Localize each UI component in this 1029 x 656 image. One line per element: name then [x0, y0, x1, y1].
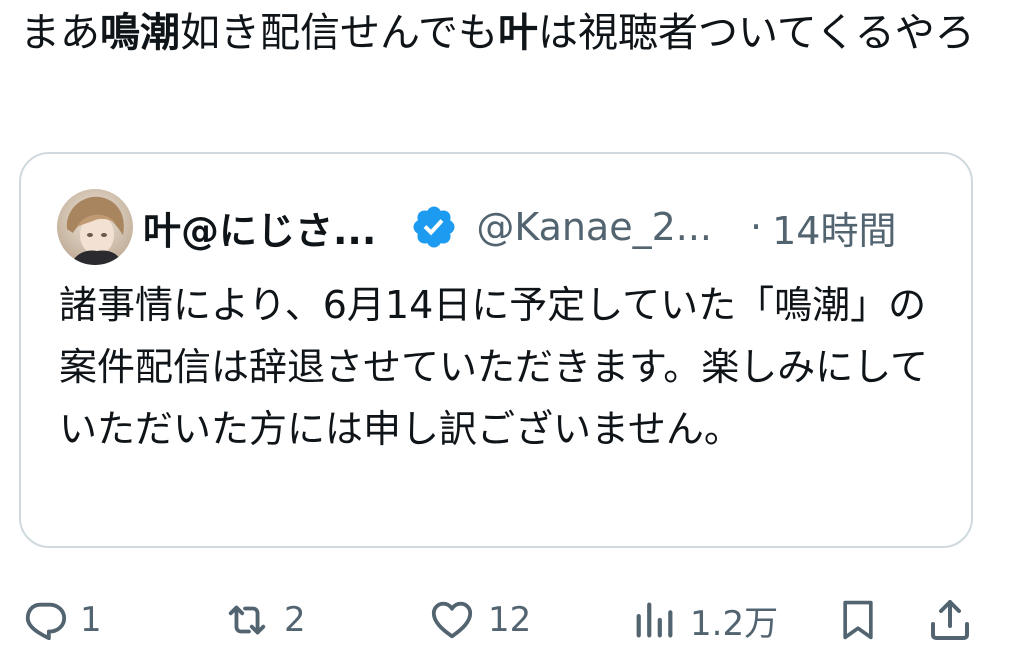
views-button[interactable]: 1.2万 — [632, 590, 778, 650]
bookmark-button[interactable] — [836, 590, 880, 650]
tweet-text-part: まあ — [20, 10, 100, 56]
share-button[interactable] — [926, 590, 974, 650]
quoted-author-name[interactable]: 叶@にじさ... — [143, 200, 376, 255]
tweet-text-part: は視聴者ついてくるやろ — [538, 10, 975, 56]
reply-icon — [25, 602, 67, 641]
retweet-button[interactable]: 2 — [222, 590, 306, 650]
avatar[interactable] — [57, 189, 133, 265]
heart-icon — [431, 601, 473, 639]
tweet-action-bar: 1 2 12 1.2万 — [0, 590, 1029, 650]
quoted-tweet-text: 諸事情により、6月14日に予定していた「鳴潮」の案件配信は辞退させていただきます… — [59, 283, 929, 451]
views-count: 1.2万 — [690, 603, 779, 644]
separator-dot: · — [750, 205, 763, 249]
tweet-text-bold-game: 鳴潮 — [100, 10, 180, 56]
quoted-tweet-header: 叶@にじさ... @Kanae_2... · 14時間 — [57, 188, 896, 266]
retweet-count: 2 — [284, 600, 306, 640]
share-icon — [931, 600, 969, 640]
tweet-text-part: 如き配信せんでも — [180, 10, 498, 56]
quoted-tweet-card[interactable]: 叶@にじさ... @Kanae_2... · 14時間 諸事情により、6月14日… — [19, 152, 973, 548]
verified-badge-icon — [413, 206, 455, 248]
reply-count: 1 — [80, 600, 102, 640]
bookmark-icon — [843, 600, 873, 640]
tweet-text: まあ鳴潮如き配信せんでも叶は視聴者ついてくるやろ — [20, 2, 1010, 64]
like-button[interactable]: 12 — [428, 590, 531, 650]
tweet-text-bold-name: 叶 — [498, 10, 538, 56]
reply-button[interactable]: 1 — [22, 590, 102, 650]
quoted-author-handle[interactable]: @Kanae_2... — [476, 205, 712, 249]
retweet-icon — [228, 605, 266, 635]
quoted-timestamp[interactable]: 14時間 — [772, 200, 896, 255]
views-icon — [636, 602, 673, 638]
like-count: 12 — [488, 600, 532, 640]
